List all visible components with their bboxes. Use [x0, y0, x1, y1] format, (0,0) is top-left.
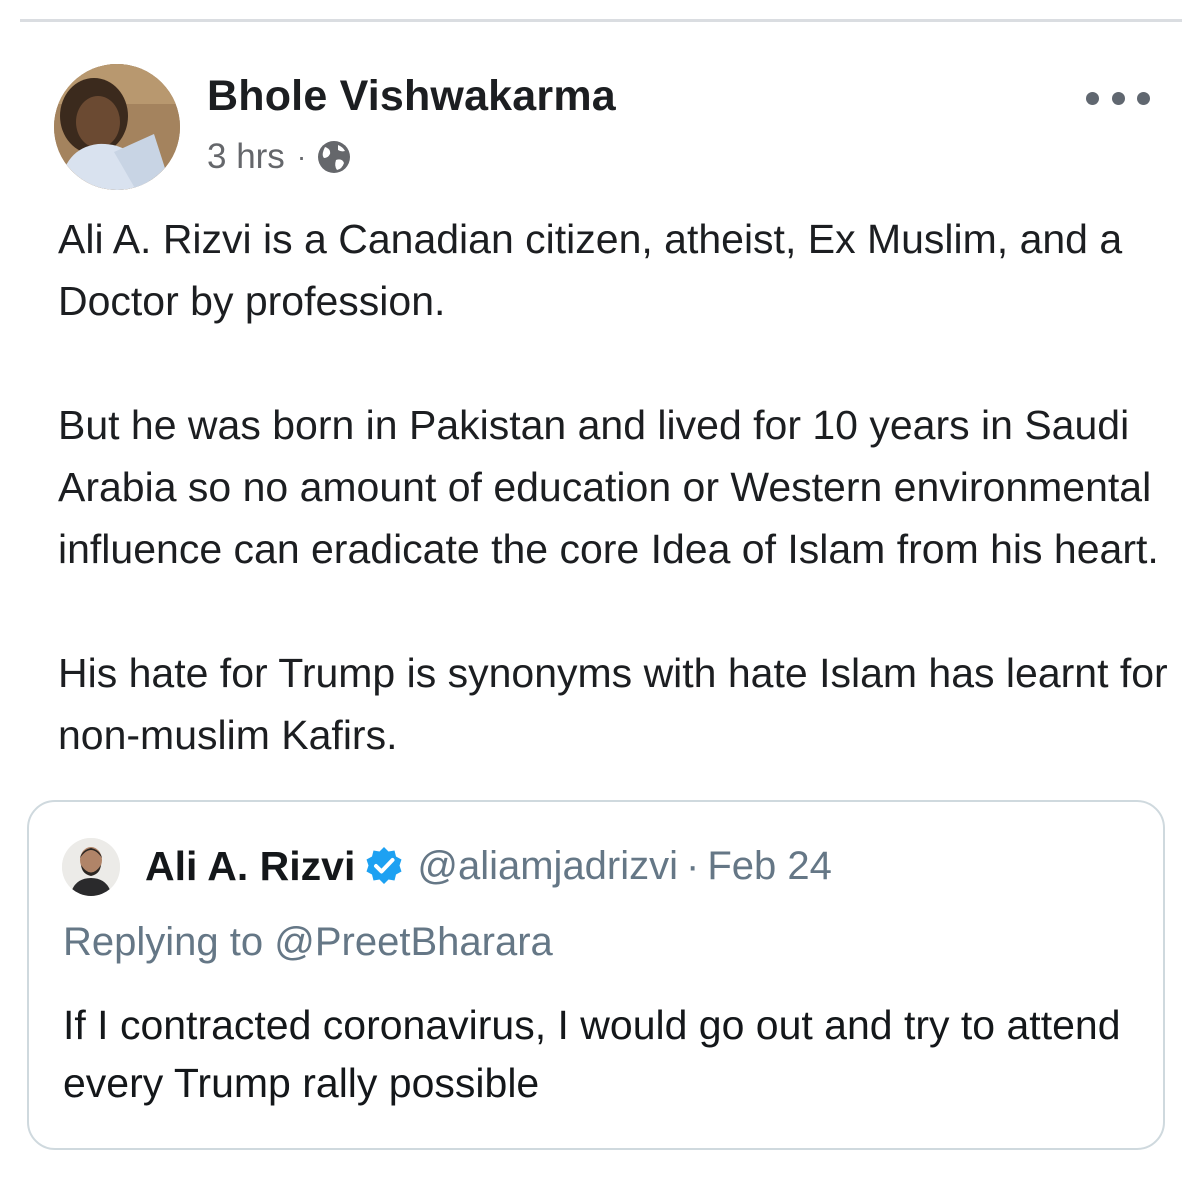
more-dot [1111, 91, 1125, 105]
replying-label: Replying to [63, 920, 264, 964]
quoted-avatar-photo [62, 838, 120, 896]
quoted-avatar[interactable] [62, 838, 120, 896]
quoted-tweet-card[interactable]: Ali A. Rizvi @aliamjadrizvi · Feb 24 Rep… [27, 800, 1165, 1150]
more-options-icon[interactable] [1086, 83, 1150, 113]
quoted-tweet-text: If I contracted coronavirus, I would go … [63, 1002, 1121, 1106]
avatar-photo [54, 64, 180, 190]
post-paragraph: His hate for Trump is synonyms with hate… [58, 650, 1168, 758]
post-meta: 3 hrs · [207, 135, 352, 179]
post-body: Ali A. Rizvi is a Canadian citizen, athe… [58, 208, 1168, 781]
top-divider [20, 19, 1182, 22]
author-avatar[interactable] [54, 64, 180, 190]
verified-badge-icon [366, 847, 402, 884]
replying-to-line: Replying to @PreetBharara [63, 920, 553, 965]
quoted-separator: · [686, 843, 700, 888]
author-name[interactable]: Bhole Vishwakarma [207, 72, 616, 121]
globe-icon [318, 141, 351, 173]
quoted-header: Ali A. Rizvi @aliamjadrizvi · Feb 24 [145, 840, 832, 892]
post-timestamp[interactable]: 3 hrs [207, 137, 285, 177]
replying-to-handle[interactable]: @PreetBharara [274, 920, 553, 964]
meta-separator: · [296, 141, 307, 172]
post-paragraph: Ali A. Rizvi is a Canadian citizen, athe… [58, 216, 1123, 324]
more-dot [1137, 91, 1150, 105]
quoted-name[interactable]: Ali A. Rizvi [145, 843, 355, 890]
post-paragraph: But he was born in Pakistan and lived fo… [58, 402, 1159, 572]
quoted-date[interactable]: Feb 24 [707, 844, 832, 889]
quoted-handle[interactable]: @aliamjadrizvi [417, 844, 678, 889]
more-dot [1086, 91, 1099, 105]
